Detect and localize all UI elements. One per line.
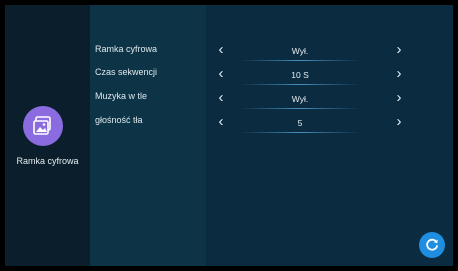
setting-value-ramka-cyfrowa: Wył. <box>291 46 309 56</box>
chevron-left-icon[interactable]: ‹ <box>214 66 228 81</box>
chevron-left-icon[interactable]: ‹ <box>214 90 228 105</box>
chevron-right-icon[interactable]: › <box>392 90 406 105</box>
row-divider <box>240 60 360 61</box>
setting-label-czas-sekwencji: Czas sekwencji <box>95 67 158 77</box>
chevron-right-icon[interactable]: › <box>392 66 406 81</box>
setting-label-muzyka-w-tle: Muzyka w tle <box>95 91 148 101</box>
refresh-button[interactable] <box>419 232 445 258</box>
row-divider <box>240 132 360 133</box>
setting-value-muzyka-w-tle: Wył. <box>291 94 309 104</box>
gallery-icon-glyph <box>33 116 51 135</box>
setting-label-glosnosc-tla: głośność tła <box>95 115 143 125</box>
screen: Ramka cyfrowa Ramka cyfrowa ‹ Wył. › Cza… <box>5 5 453 266</box>
value-column <box>206 5 453 266</box>
chevron-right-icon[interactable]: › <box>392 114 406 129</box>
refresh-icon <box>426 238 438 251</box>
chevron-left-icon[interactable]: ‹ <box>214 114 228 129</box>
row-divider <box>240 108 360 109</box>
setting-value-glosnosc-tla: 5 <box>297 118 303 128</box>
setting-label-ramka-cyfrowa: Ramka cyfrowa <box>95 44 158 54</box>
app-label: Ramka cyfrowa <box>16 156 79 166</box>
row-divider <box>240 84 360 85</box>
setting-value-czas-sekwencji: 10 S <box>291 70 309 80</box>
gallery-icon[interactable] <box>23 106 63 146</box>
chevron-right-icon[interactable]: › <box>392 42 406 57</box>
chevron-left-icon[interactable]: ‹ <box>214 42 228 57</box>
